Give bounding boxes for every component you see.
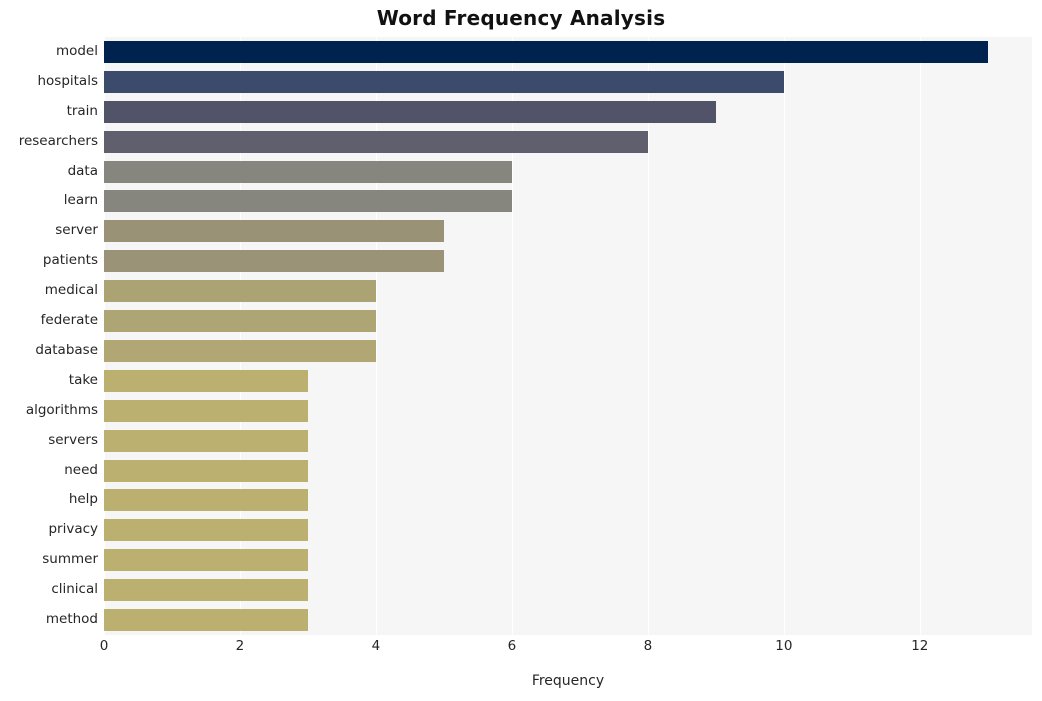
y-tick-label: federate	[40, 312, 98, 329]
bar[interactable]	[104, 160, 512, 183]
y-tick-label: summer	[42, 551, 98, 568]
chart-figure: Word Frequency Analysis model hospitals tr…	[0, 0, 1042, 701]
bar[interactable]	[104, 399, 308, 422]
bar[interactable]	[104, 339, 376, 362]
x-axis-tick-labels: 0 2 4 6 8 10 12	[100, 638, 1032, 662]
bar[interactable]	[104, 40, 988, 63]
y-tick-label: hospitals	[37, 72, 98, 89]
x-tick-label: 6	[507, 638, 517, 654]
y-tick-label: server	[55, 222, 98, 239]
y-axis-tick-labels: model hospitals train researchers data learn s…	[0, 37, 98, 635]
y-tick-label: privacy	[48, 521, 98, 538]
y-tick-label: method	[45, 611, 98, 628]
y-tick-label: learn	[63, 192, 98, 209]
plot-area	[104, 37, 1032, 635]
gridline-x-12	[919, 37, 921, 635]
y-tick-label: train	[66, 102, 98, 119]
bar[interactable]	[104, 100, 716, 123]
bar[interactable]	[104, 190, 512, 213]
bar[interactable]	[104, 489, 308, 512]
bar[interactable]	[104, 609, 308, 632]
y-tick-label: data	[67, 162, 98, 179]
bar[interactable]	[104, 549, 308, 572]
bar[interactable]	[104, 310, 376, 333]
x-tick-label: 10	[775, 638, 793, 654]
y-tick-label: need	[64, 461, 98, 478]
y-tick-label: patients	[42, 252, 98, 269]
y-tick-label: clinical	[51, 581, 98, 598]
bar[interactable]	[104, 429, 308, 452]
y-tick-label: model	[55, 42, 98, 59]
y-tick-label: algorithms	[25, 401, 98, 418]
chart-title: Word Frequency Analysis	[376, 6, 666, 30]
x-axis-title: Frequency	[531, 673, 605, 689]
bar[interactable]	[104, 220, 444, 243]
gridline-x-8	[647, 37, 649, 635]
y-tick-label: servers	[48, 431, 98, 448]
y-tick-label: help	[68, 491, 98, 508]
bar[interactable]	[104, 130, 648, 153]
x-tick-label: 12	[911, 638, 929, 654]
y-tick-label: medical	[44, 282, 98, 299]
gridline-x-4	[375, 37, 377, 635]
gridline-x-0	[104, 37, 105, 635]
x-tick-label: 4	[371, 638, 381, 654]
bar[interactable]	[104, 519, 308, 542]
x-tick-label: 2	[235, 638, 245, 654]
bar[interactable]	[104, 459, 308, 482]
x-tick-label: 0	[99, 638, 109, 654]
y-tick-label: researchers	[18, 132, 98, 149]
y-tick-label: database	[35, 341, 98, 358]
bar[interactable]	[104, 70, 784, 93]
bar[interactable]	[104, 369, 308, 392]
gridline-x-2	[239, 37, 241, 635]
x-tick-label: 8	[643, 638, 653, 654]
gridline-x-10	[783, 37, 785, 635]
y-tick-label: take	[68, 371, 98, 388]
bar[interactable]	[104, 579, 308, 602]
gridline-x-6	[511, 37, 513, 635]
bar[interactable]	[104, 250, 444, 273]
bar[interactable]	[104, 280, 376, 303]
